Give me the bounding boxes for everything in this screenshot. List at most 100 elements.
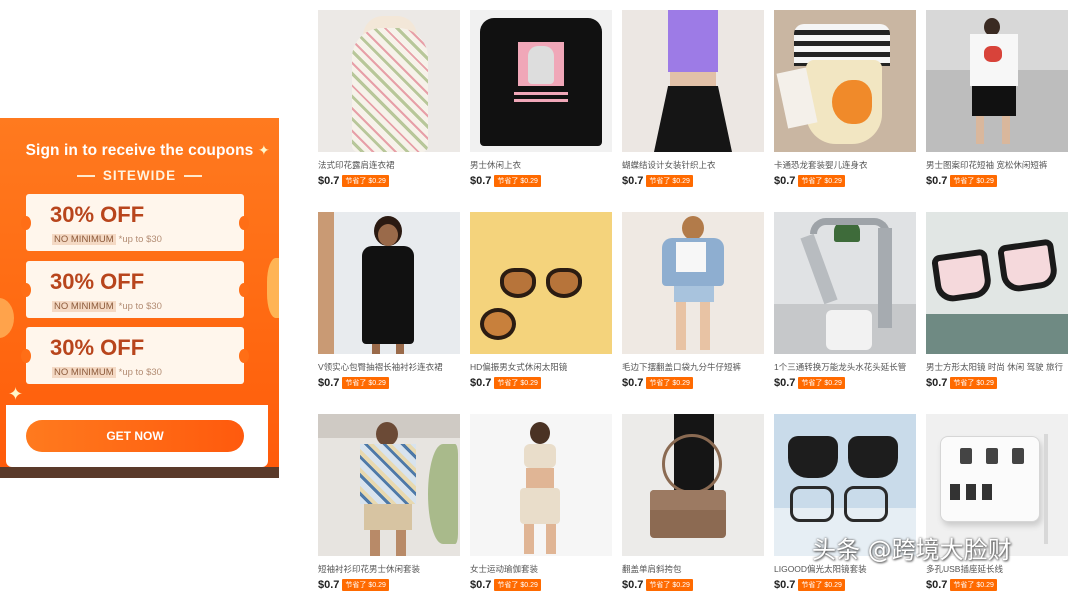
product-price: $0.7	[318, 579, 340, 591]
price-row: $0.7 节省了 $0.29	[774, 579, 916, 591]
product-name[interactable]: 翻盖单肩斜挎包	[622, 564, 764, 575]
product-name[interactable]: LIGOOD偏光太阳镜套装	[774, 564, 916, 575]
price-row: $0.7 节省了 $0.29	[470, 377, 612, 389]
product-name[interactable]: 男士休闲上衣	[470, 160, 612, 171]
price-row: $0.7 节省了 $0.29	[318, 377, 460, 389]
product-price: $0.7	[622, 175, 644, 187]
savings-badge: 节省了 $0.29	[342, 377, 389, 389]
product-image[interactable]	[318, 10, 460, 152]
product-name[interactable]: 短袖衬衫印花男士休闲套装	[318, 564, 460, 575]
price-row: $0.7 节省了 $0.29	[622, 579, 764, 591]
product-image[interactable]	[774, 212, 916, 354]
coupon-card: 30% OFF NO MINIMUM *up to $30	[21, 327, 249, 384]
product-name[interactable]: 卡通恐龙套装婴儿连身衣	[774, 160, 916, 171]
coupon-amount: 30% OFF	[50, 202, 145, 227]
savings-badge: 节省了 $0.29	[494, 175, 541, 187]
product-card[interactable]: 男士图案印花短袖 宽松休闲短裤 $0.7 节省了 $0.29	[926, 10, 1068, 187]
coupon-amount: 30% OFF	[50, 335, 145, 360]
sparkle-icon: ✦	[8, 384, 24, 404]
product-card[interactable]: HD偏振男女式休闲太阳镜 $0.7 节省了 $0.29	[470, 212, 612, 389]
price-row: $0.7 节省了 $0.29	[622, 377, 764, 389]
product-card[interactable]: 男士休闲上衣 $0.7 节省了 $0.29	[470, 10, 612, 187]
product-price: $0.7	[318, 175, 340, 187]
product-price: $0.7	[470, 579, 492, 591]
price-row: $0.7 节省了 $0.29	[318, 175, 460, 187]
product-card[interactable]: 毛边下摆翻盖口袋九分牛仔短裤 $0.7 节省了 $0.29	[622, 212, 764, 389]
savings-badge: 节省了 $0.29	[798, 175, 845, 187]
product-card[interactable]: 1个三通转换万能龙头水花头延长管 $0.7 节省了 $0.29	[774, 212, 916, 389]
price-row: $0.7 节省了 $0.29	[470, 579, 612, 591]
product-image[interactable]	[470, 212, 612, 354]
product-name[interactable]: 毛边下摆翻盖口袋九分牛仔短裤	[622, 362, 764, 373]
savings-badge: 节省了 $0.29	[342, 579, 389, 591]
product-card[interactable]: 男士方形太阳镜 时尚 休闲 驾驶 旅行 $0.7 节省了 $0.29	[926, 212, 1068, 389]
product-name[interactable]: 多孔USB插座延长线	[926, 564, 1068, 575]
savings-badge: 节省了 $0.29	[494, 579, 541, 591]
product-card[interactable]: 蝴蝶结设计女装针织上衣 $0.7 节省了 $0.29	[622, 10, 764, 187]
product-price: $0.7	[926, 579, 948, 591]
product-price: $0.7	[622, 377, 644, 389]
product-price: $0.7	[926, 175, 948, 187]
product-price: $0.7	[470, 377, 492, 389]
decor-glow	[0, 298, 14, 338]
coupon-condition: NO MINIMUM *up to $30	[52, 367, 162, 378]
product-name[interactable]: 法式印花露肩连衣裙	[318, 160, 460, 171]
savings-badge: 节省了 $0.29	[646, 579, 693, 591]
savings-badge: 节省了 $0.29	[950, 175, 997, 187]
product-name[interactable]: 女士运动瑜伽套装	[470, 564, 612, 575]
product-image[interactable]	[470, 414, 612, 556]
coupon-amount: 30% OFF	[50, 269, 145, 294]
product-image[interactable]	[622, 212, 764, 354]
product-card[interactable]: 卡通恐龙套装婴儿连身衣 $0.7 节省了 $0.29	[774, 10, 916, 187]
product-image[interactable]	[774, 10, 916, 152]
product-price: $0.7	[774, 579, 796, 591]
product-image[interactable]	[622, 414, 764, 556]
savings-badge: 节省了 $0.29	[798, 377, 845, 389]
get-now-button[interactable]: GET NOW	[26, 420, 244, 452]
product-card[interactable]: 女士运动瑜伽套装 $0.7 节省了 $0.29	[470, 414, 612, 591]
coupon-tag: NO MINIMUM	[52, 234, 116, 245]
popup-title: Sign in to receive the coupons	[25, 142, 254, 159]
product-name[interactable]: 男士图案印花短袖 宽松休闲短裤	[926, 160, 1068, 171]
price-row: $0.7 节省了 $0.29	[926, 579, 1068, 591]
product-name[interactable]: 1个三通转换万能龙头水花头延长管	[774, 362, 916, 373]
coupon-condition: NO MINIMUM *up to $30	[52, 301, 162, 312]
product-name[interactable]: V领实心包臀抽褶长袖衬衫连衣裙	[318, 362, 460, 373]
price-row: $0.7 节省了 $0.29	[470, 175, 612, 187]
price-row: $0.7 节省了 $0.29	[926, 377, 1068, 389]
coupon-tag: NO MINIMUM	[52, 301, 116, 312]
coupon-card: 30% OFF NO MINIMUM *up to $30	[21, 261, 249, 318]
price-row: $0.7 节省了 $0.29	[774, 377, 916, 389]
background-strip	[0, 467, 279, 478]
popup-subtitle: SITEWIDE	[0, 168, 279, 183]
product-card[interactable]: 短袖衬衫印花男士休闲套装 $0.7 节省了 $0.29	[318, 414, 460, 591]
product-card[interactable]: V领实心包臀抽褶长袖衬衫连衣裙 $0.7 节省了 $0.29	[318, 212, 460, 389]
savings-badge: 节省了 $0.29	[646, 377, 693, 389]
coupon-limit: *up to $30	[118, 234, 162, 245]
product-name[interactable]: 男士方形太阳镜 时尚 休闲 驾驶 旅行	[926, 362, 1068, 373]
coupon-popup: ✦ ✦ Sign in to receive the coupons SITEW…	[0, 118, 279, 478]
product-price: $0.7	[622, 579, 644, 591]
price-row: $0.7 节省了 $0.29	[622, 175, 764, 187]
savings-badge: 节省了 $0.29	[494, 377, 541, 389]
savings-badge: 节省了 $0.29	[950, 377, 997, 389]
product-image[interactable]	[926, 212, 1068, 354]
price-row: $0.7 节省了 $0.29	[318, 579, 460, 591]
coupon-condition: NO MINIMUM *up to $30	[52, 234, 162, 245]
product-image[interactable]	[926, 10, 1068, 152]
product-name[interactable]: HD偏振男女式休闲太阳镜	[470, 362, 612, 373]
product-image[interactable]	[318, 414, 460, 556]
coupon-limit: *up to $30	[118, 301, 162, 312]
product-price: $0.7	[774, 175, 796, 187]
product-price: $0.7	[774, 377, 796, 389]
product-image[interactable]	[318, 212, 460, 354]
product-card[interactable]: 法式印花露肩连衣裙 $0.7 节省了 $0.29	[318, 10, 460, 187]
product-image[interactable]	[622, 10, 764, 152]
coupon-tag: NO MINIMUM	[52, 367, 116, 378]
product-name[interactable]: 蝴蝶结设计女装针织上衣	[622, 160, 764, 171]
decor-glow	[267, 258, 279, 318]
product-image[interactable]	[470, 10, 612, 152]
divider	[76, 175, 95, 178]
product-card[interactable]: 翻盖单肩斜挎包 $0.7 节省了 $0.29	[622, 414, 764, 591]
savings-badge: 节省了 $0.29	[342, 175, 389, 187]
